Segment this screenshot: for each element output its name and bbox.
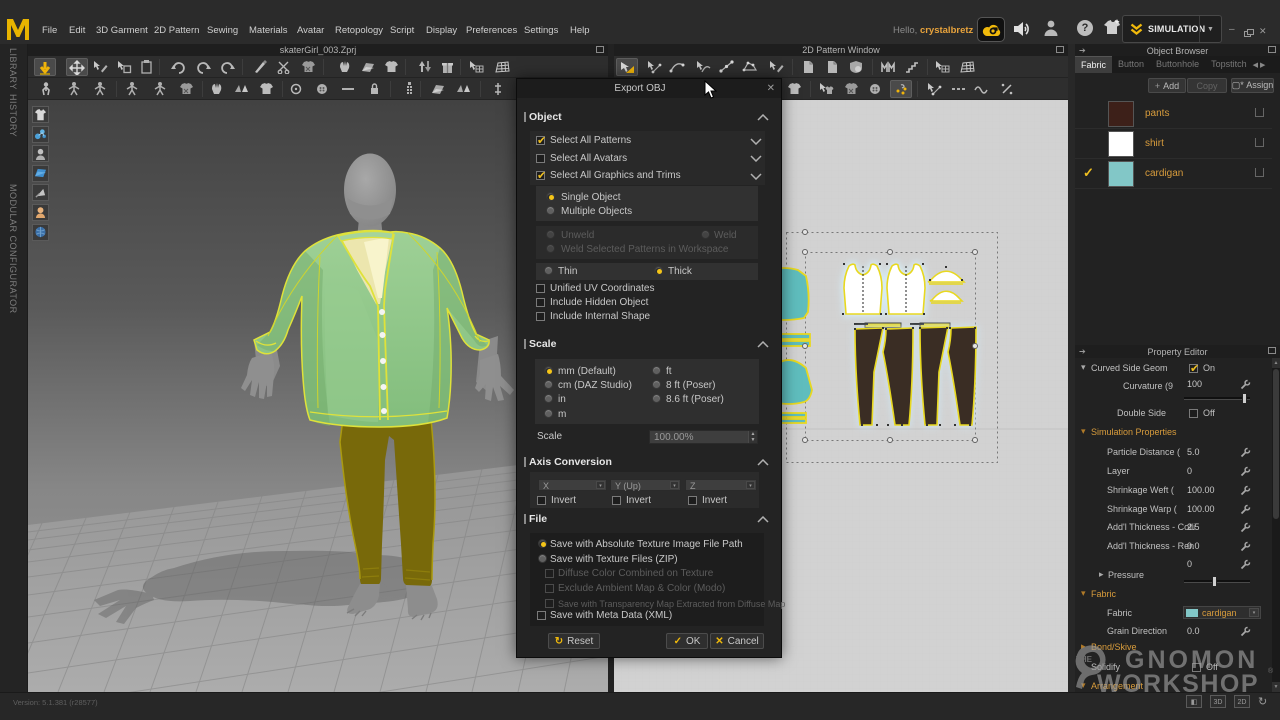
svg-text:®: ® — [1268, 667, 1274, 675]
svg-text:THE: THE — [1076, 655, 1093, 664]
svg-text:WORKSHOP: WORKSHOP — [1097, 670, 1259, 698]
